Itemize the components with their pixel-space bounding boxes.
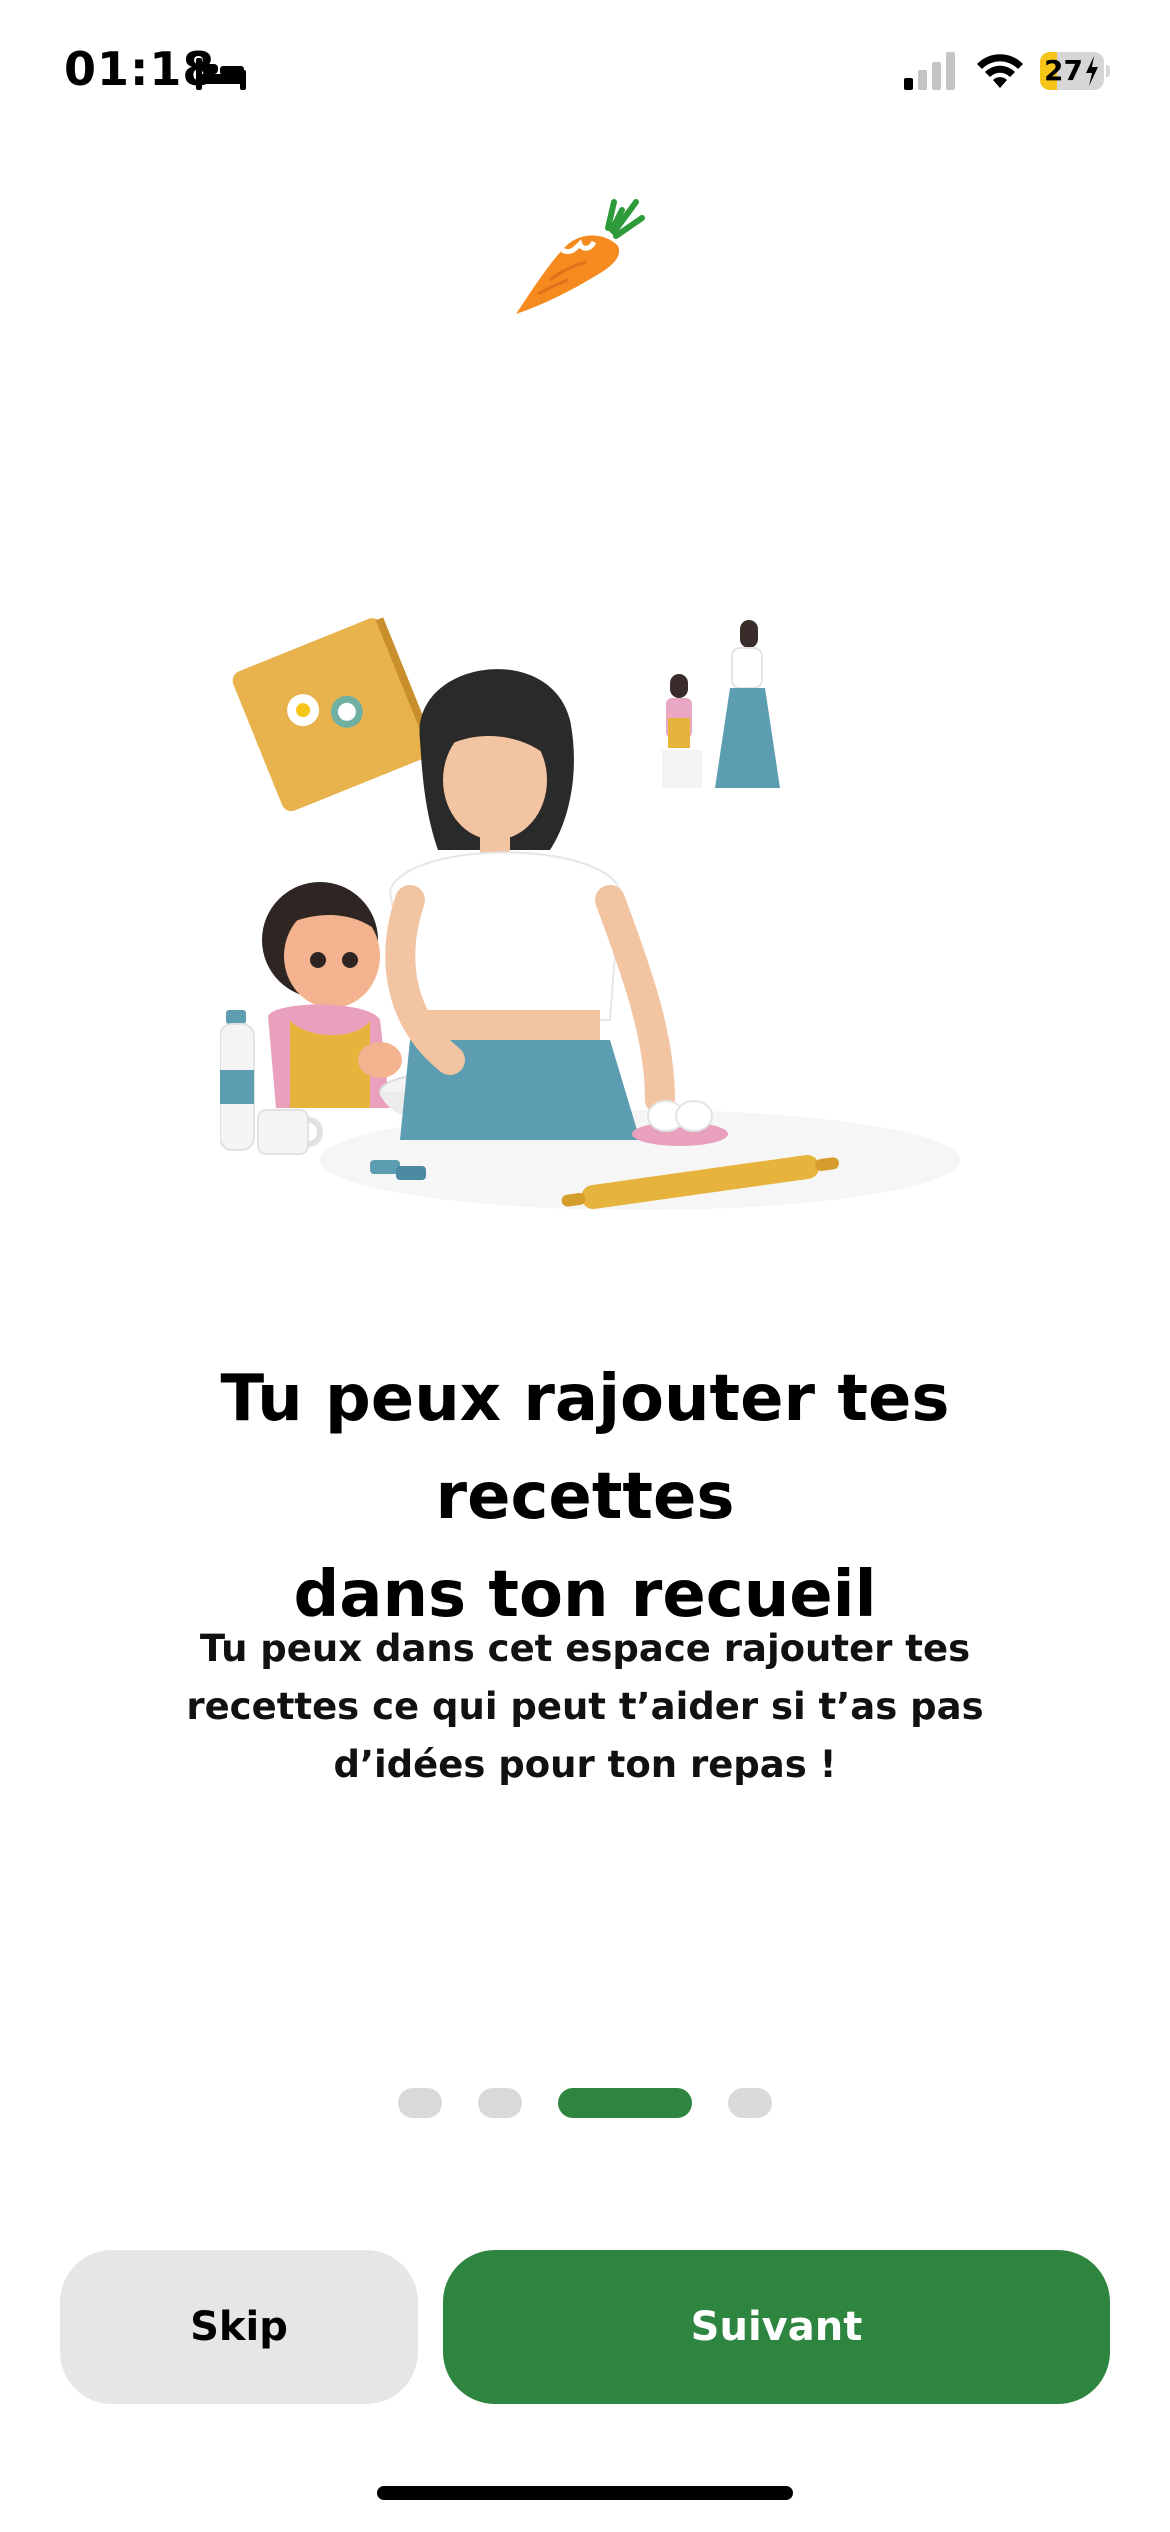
child-figure [262,882,402,1108]
milk-bottle-icon [220,1010,255,1151]
battery-body: 27 [1040,52,1104,90]
onboarding-title: Tu peux rajouter tes recettes dans ton r… [60,1350,1110,1644]
page-dot[interactable] [478,2088,522,2118]
title-line: Tu peux rajouter tes recettes [220,1362,950,1534]
charging-bolt-icon [1086,56,1098,86]
battery-level: 27 [1044,54,1083,87]
page-indicator [0,2088,1170,2118]
battery-cap [1106,65,1110,77]
signal-icon [904,52,955,90]
home-indicator[interactable] [377,2486,793,2500]
small-family-scene [662,620,780,788]
onboarding-description: Tu peux dans cet espace rajouter tes rec… [185,1620,985,1794]
description-line: recettes ce qui peut t’aider si t’as pas [186,1685,984,1728]
cup-icon [257,1109,323,1155]
next-button[interactable]: Suivant [443,2250,1110,2404]
bed-icon [196,58,246,90]
recipe-book-icon [232,617,437,812]
carrot-icon [516,199,645,314]
battery-icon: 27 [1040,52,1110,90]
wifi-icon [977,54,1023,88]
page-dot[interactable] [728,2088,772,2118]
description-line: d’idées pour ton repas ! [333,1743,837,1786]
page-dot[interactable] [398,2088,442,2118]
mother-daughter-cooking-illustration [220,617,960,1210]
status-time: 01:18 [64,42,216,96]
page-dot-active[interactable] [558,2088,692,2118]
description-line: Tu peux dans cet espace rajouter tes [199,1627,971,1670]
skip-button[interactable]: Skip [60,2250,418,2404]
status-bar: 01:18 27 [0,0,1170,150]
mother-figure [385,669,675,1140]
